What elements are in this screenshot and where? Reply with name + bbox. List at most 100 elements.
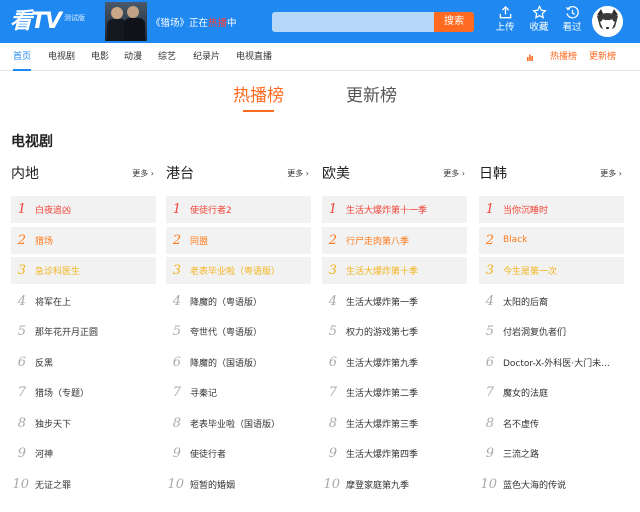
ranking-row[interactable]: 9 河神: [11, 440, 156, 467]
ranking-row[interactable]: 1 当你沉睡时: [479, 196, 624, 223]
show-title: Black: [503, 235, 528, 245]
show-title: 生活大爆炸第三季: [346, 419, 419, 430]
site-logo[interactable]: 看TV 测试版: [10, 6, 85, 36]
rank-number: 3: [328, 263, 337, 278]
ranking-row[interactable]: 6 降魔的（国语版）: [166, 348, 311, 376]
ranking-row[interactable]: 9 使徒行者: [166, 440, 311, 467]
rank-number: 2: [17, 232, 26, 248]
hot-chart-icon: [527, 54, 533, 61]
show-title: 生活大爆炸第一季: [346, 297, 419, 308]
ranking-row[interactable]: 7 魔女的法庭: [479, 379, 624, 406]
nav-item-home[interactable]: 首页: [13, 43, 32, 71]
ranking-row[interactable]: 2 Black: [479, 226, 624, 254]
rank-number: 7: [172, 385, 181, 400]
ranking-row[interactable]: 1 使徒行者2: [166, 196, 311, 223]
ranking-row[interactable]: 4 生活大爆炸第一季: [322, 287, 467, 315]
ranking-row[interactable]: 5 那年花开月正圆: [11, 318, 156, 345]
promo-banner[interactable]: 《猎场》正在热播中: [105, 2, 263, 41]
upload-icon: [499, 5, 511, 19]
ranking-row[interactable]: 7 猎场（专题）: [11, 379, 156, 406]
more-link[interactable]: 更多 ›: [600, 168, 622, 180]
nav-item-variety[interactable]: 综艺: [158, 43, 176, 71]
history-button[interactable]: 看过: [556, 5, 588, 39]
logo-text: 看TV: [10, 9, 62, 34]
ranking-row[interactable]: 5 夸世代（粤语版）: [166, 318, 311, 345]
ranking-row[interactable]: 4 降魔的（粤语版）: [166, 287, 311, 315]
nav-item-anime[interactable]: 动漫: [124, 43, 142, 71]
ranking-list: 1 当你沉睡时 2 Black 3 今生是第一次 4 太阳的后裔 5 付岩洞复仇者们 6 Doctor…: [479, 196, 624, 501]
show-title: 猎场: [35, 236, 54, 247]
ranking-list: 1 白夜追凶 2 猎场 3 急诊科医生 4 将军在上 5 那年花开月正圆 6 反黑 7 猎场（专题） 8 独步…: [11, 196, 156, 501]
upload-button[interactable]: 上传: [489, 5, 521, 39]
ranking-row[interactable]: 10 短暂的婚姻: [166, 470, 311, 498]
nav-item-live-tv[interactable]: 电视直播: [236, 43, 272, 71]
show-title: 名不虚传: [503, 419, 540, 430]
search-button[interactable]: 搜索: [434, 12, 474, 32]
ranking-row[interactable]: 7 寻秦记: [166, 379, 311, 406]
show-title: 生活大爆炸第九季: [346, 358, 419, 369]
ranking-row[interactable]: 8 老表毕业啦（国语版）: [166, 409, 311, 437]
nav-item-tv-series[interactable]: 电视剧: [48, 43, 75, 71]
ranking-row[interactable]: 3 急诊科医生: [11, 257, 156, 284]
show-title: 夸世代（粤语版）: [190, 328, 263, 338]
ranking-row[interactable]: 2 行尸走肉第八季: [322, 226, 467, 254]
rank-number: 1: [17, 202, 26, 217]
show-title: 寻秦记: [190, 389, 218, 399]
ranking-row[interactable]: 6 生活大爆炸第九季: [322, 348, 467, 376]
rank-number: 3: [17, 263, 26, 278]
ranking-row[interactable]: 3 老表毕业啦（粤语版）: [166, 257, 311, 284]
show-title: Doctor-X-外科医·大门未知子: [503, 358, 619, 369]
tab-hot-chart[interactable]: 热播榜: [233, 85, 284, 107]
rank-number: 7: [328, 385, 337, 400]
ranking-row[interactable]: 9 三流之路: [479, 440, 624, 467]
rank-number: 6: [17, 354, 26, 370]
rank-number: 8: [17, 415, 26, 431]
show-title: 付岩洞复仇者们: [503, 328, 567, 338]
more-link[interactable]: 更多 ›: [132, 168, 154, 180]
rank-number: 10: [480, 476, 497, 492]
ranking-row[interactable]: 3 今生是第一次: [479, 257, 624, 284]
ranking-row[interactable]: 6 反黑: [11, 348, 156, 376]
rank-number: 8: [485, 415, 494, 431]
column-title: 港台: [166, 166, 194, 182]
ranking-row[interactable]: 10 无证之罪: [11, 470, 156, 498]
show-title: 无证之罪: [35, 480, 72, 491]
ranking-row[interactable]: 1 白夜追凶: [11, 196, 156, 223]
ranking-row[interactable]: 4 将军在上: [11, 287, 156, 315]
rank-number: 1: [172, 202, 181, 217]
ranking-row[interactable]: 5 权力的游戏第七季: [322, 318, 467, 345]
ranking-row[interactable]: 10 蓝色大海的传说: [479, 470, 624, 498]
ranking-row[interactable]: 4 太阳的后裔: [479, 287, 624, 315]
more-link[interactable]: 更多 ›: [443, 168, 465, 180]
nav-link-update-chart[interactable]: 更新榜: [589, 43, 616, 71]
show-title: 白夜追凶: [35, 206, 72, 216]
nav-link-hot-chart[interactable]: 热播榜: [550, 43, 577, 71]
history-label: 看过: [562, 22, 582, 33]
favorite-button[interactable]: 收藏: [523, 5, 555, 39]
search-input[interactable]: [272, 12, 434, 32]
ranking-row[interactable]: 10 摩登家庭第九季: [322, 470, 467, 498]
ranking-row[interactable]: 6 Doctor-X-外科医·大门未知子: [479, 348, 624, 376]
rank-number: 3: [485, 263, 494, 278]
ranking-row[interactable]: 9 生活大爆炸第四季: [322, 440, 467, 467]
ranking-row[interactable]: 8 独步天下: [11, 409, 156, 437]
nav-item-movies[interactable]: 电影: [91, 43, 109, 71]
ranking-row[interactable]: 5 付岩洞复仇者们: [479, 318, 624, 345]
user-avatar[interactable]: [592, 6, 623, 37]
rank-number: 6: [328, 354, 337, 370]
ranking-row[interactable]: 1 生活大爆炸第十一季: [322, 196, 467, 223]
ranking-row[interactable]: 2 猎场: [11, 226, 156, 254]
show-title: 独步天下: [35, 419, 72, 430]
ranking-row[interactable]: 8 生活大爆炸第三季: [322, 409, 467, 437]
nav-item-documentary[interactable]: 纪录片: [193, 43, 220, 71]
ranking-row[interactable]: 2 同盟: [166, 226, 311, 254]
tab-update-chart[interactable]: 更新榜: [346, 85, 397, 107]
ranking-row[interactable]: 3 生活大爆炸第十季: [322, 257, 467, 284]
ranking-row[interactable]: 7 生活大爆炸第二季: [322, 379, 467, 406]
logo-subtitle: 测试版: [64, 14, 86, 22]
star-icon: [531, 5, 547, 19]
ranking-list: 1 生活大爆炸第十一季 2 行尸走肉第八季 3 生活大爆炸第十季 4 生活大爆炸第一季 5 权力的…: [322, 196, 467, 501]
show-title: 蓝色大海的传说: [503, 480, 567, 491]
ranking-row[interactable]: 8 名不虚传: [479, 409, 624, 437]
more-link[interactable]: 更多 ›: [287, 168, 309, 180]
